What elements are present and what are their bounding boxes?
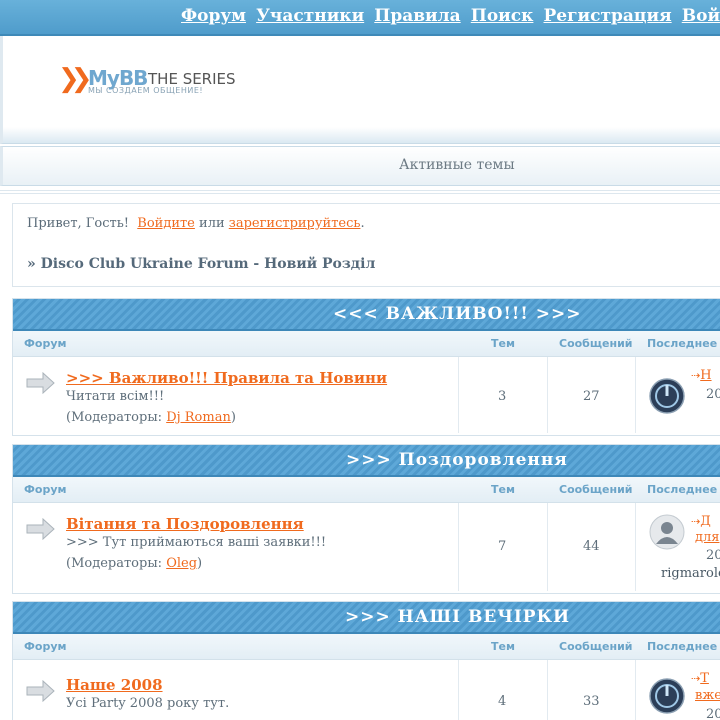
header-last-post: Последнее с xyxy=(647,337,720,350)
moderator-link[interactable]: Oleg xyxy=(166,556,197,571)
last-post-link-line: ⇢Н xyxy=(691,368,712,383)
last-post-link-line-2: для xyxy=(695,530,719,545)
header-forum: Форум xyxy=(24,337,67,350)
nav-login-link[interactable]: Войт xyxy=(682,6,720,26)
last-post-link-cont[interactable]: для xyxy=(695,530,719,545)
topics-count: 4 xyxy=(498,694,507,709)
active-topics-link[interactable]: Активные темы xyxy=(399,157,515,173)
last-post-link-line-2: вже xyxy=(695,688,720,703)
active-topics-bar: Активные темы xyxy=(0,146,720,186)
header-topics: Тем xyxy=(491,337,515,350)
last-post-date: 2008 xyxy=(706,707,720,720)
last-post-date: 2008 xyxy=(706,387,720,402)
category-title-bar: >>> НАШІ ВЕЧІРКИ xyxy=(13,602,720,634)
avatar[interactable] xyxy=(649,678,685,714)
moderator-link[interactable]: Dj Roman xyxy=(166,410,231,425)
forum-moderators: (Модераторы: Oleg) xyxy=(66,556,203,571)
category-title[interactable]: >>> Поздоровлення xyxy=(346,450,568,470)
nav-links: Форум Участники Правила Поиск Регистраци… xyxy=(181,6,720,26)
header-last-post: Последнее с xyxy=(647,483,720,496)
header-forum: Форум xyxy=(24,483,67,496)
last-post-link-line: ⇢Д xyxy=(691,514,711,529)
header-topics: Тем xyxy=(491,483,515,496)
posts-count: 27 xyxy=(583,389,600,404)
posts-count: 33 xyxy=(583,694,600,709)
forum-link[interactable]: Вітання та Поздоровлення xyxy=(66,515,304,533)
category-parties: >>> НАШІ ВЕЧІРКИ Форум Тем Сообщений Пос… xyxy=(12,601,720,720)
forum-read-icon xyxy=(26,518,55,540)
login-link[interactable]: Войдите xyxy=(137,216,195,231)
category-title[interactable]: >>> НАШІ ВЕЧІРКИ xyxy=(345,607,570,627)
forum-read-icon xyxy=(26,372,55,394)
category-title-bar: >>> Поздоровлення xyxy=(13,445,720,477)
last-post-arrow-icon: ⇢ xyxy=(691,515,701,528)
last-post-link[interactable]: Н xyxy=(700,368,711,383)
nav-register-link[interactable]: Регистрация xyxy=(544,6,672,26)
register-link[interactable]: зарегистрируйтесь xyxy=(229,216,361,231)
table-header: Форум Тем Сообщений Последнее с xyxy=(13,477,720,503)
last-post-link[interactable]: Д xyxy=(700,514,711,529)
last-post-link[interactable]: Т xyxy=(700,671,709,686)
forum-description: Читати всім!!! xyxy=(66,389,165,404)
category-greetings: >>> Поздоровлення Форум Тем Сообщений По… xyxy=(12,444,720,594)
header-last-post: Последнее с xyxy=(647,640,720,653)
category-title[interactable]: <<< ВАЖЛИВО!!! >>> xyxy=(333,304,581,324)
category-important: <<< ВАЖЛИВО!!! >>> Форум Тем Сообщений П… xyxy=(12,298,720,436)
last-post-link-line: ⇢Т xyxy=(691,671,709,686)
table-header: Форум Тем Сообщений Последнее с xyxy=(13,634,720,660)
forum-row: >>> Важливо!!! Правила та Новини Читати … xyxy=(13,357,720,433)
nav-members-link[interactable]: Участники xyxy=(256,6,364,26)
table-header: Форум Тем Сообщений Последнее с xyxy=(13,331,720,357)
posts-count: 44 xyxy=(583,539,600,554)
header-posts: Сообщений xyxy=(559,483,633,496)
topics-count: 7 xyxy=(498,539,507,554)
forum-link[interactable]: >>> Важливо!!! Правила та Новини xyxy=(66,369,387,387)
logo-tagline: МЫ СОЗДАЕМ ОБЩЕНИЕ! xyxy=(88,86,204,95)
forum-description: Усі Party 2008 року тут. xyxy=(66,696,230,711)
forum-moderators: (Модераторы: Dj Roman) xyxy=(66,410,236,425)
breadcrumb[interactable]: » Disco Club Ukraine Forum - Новий Розді… xyxy=(27,256,375,272)
forum-row: Наше 2008 Усі Party 2008 року тут. 4 33 … xyxy=(13,660,720,720)
forum-row: Вітання та Поздоровлення >>> Тут приймаю… xyxy=(13,503,720,591)
greeting-text: Привет, Гость! xyxy=(27,216,130,231)
forum-description: >>> Тут приймаються ваші заявки!!! xyxy=(66,535,327,550)
nav-forum-link[interactable]: Форум xyxy=(181,6,246,26)
header-posts: Сообщений xyxy=(559,640,633,653)
welcome-panel: Привет, Гость! Войдите или зарегистрируй… xyxy=(12,203,720,287)
header-topics: Тем xyxy=(491,640,515,653)
period-text: . xyxy=(360,216,365,231)
or-text: или xyxy=(199,216,225,231)
avatar[interactable] xyxy=(649,378,685,414)
top-nav: Форум Участники Правила Поиск Регистраци… xyxy=(0,0,720,36)
nav-search-link[interactable]: Поиск xyxy=(471,6,534,26)
last-post-arrow-icon: ⇢ xyxy=(691,672,701,685)
last-post-user[interactable]: rigmarole xyxy=(661,566,720,581)
last-post-arrow-icon: ⇢ xyxy=(691,369,701,382)
welcome-line: Привет, Гость! Войдите или зарегистрируй… xyxy=(27,216,365,231)
nav-rules-link[interactable]: Правила xyxy=(374,6,460,26)
forum-link[interactable]: Наше 2008 xyxy=(66,676,163,694)
header-posts: Сообщений xyxy=(559,337,633,350)
last-post-link-cont[interactable]: вже xyxy=(695,688,720,703)
avatar[interactable] xyxy=(649,514,685,550)
last-post-date: 201 xyxy=(706,548,720,563)
divider xyxy=(0,190,720,194)
forum-read-icon xyxy=(26,680,55,702)
header-forum: Форум xyxy=(24,640,67,653)
logo-chevron-icon: ❯❯ xyxy=(58,64,92,94)
topics-count: 3 xyxy=(498,389,507,404)
category-title-bar: <<< ВАЖЛИВО!!! >>> xyxy=(13,299,720,331)
